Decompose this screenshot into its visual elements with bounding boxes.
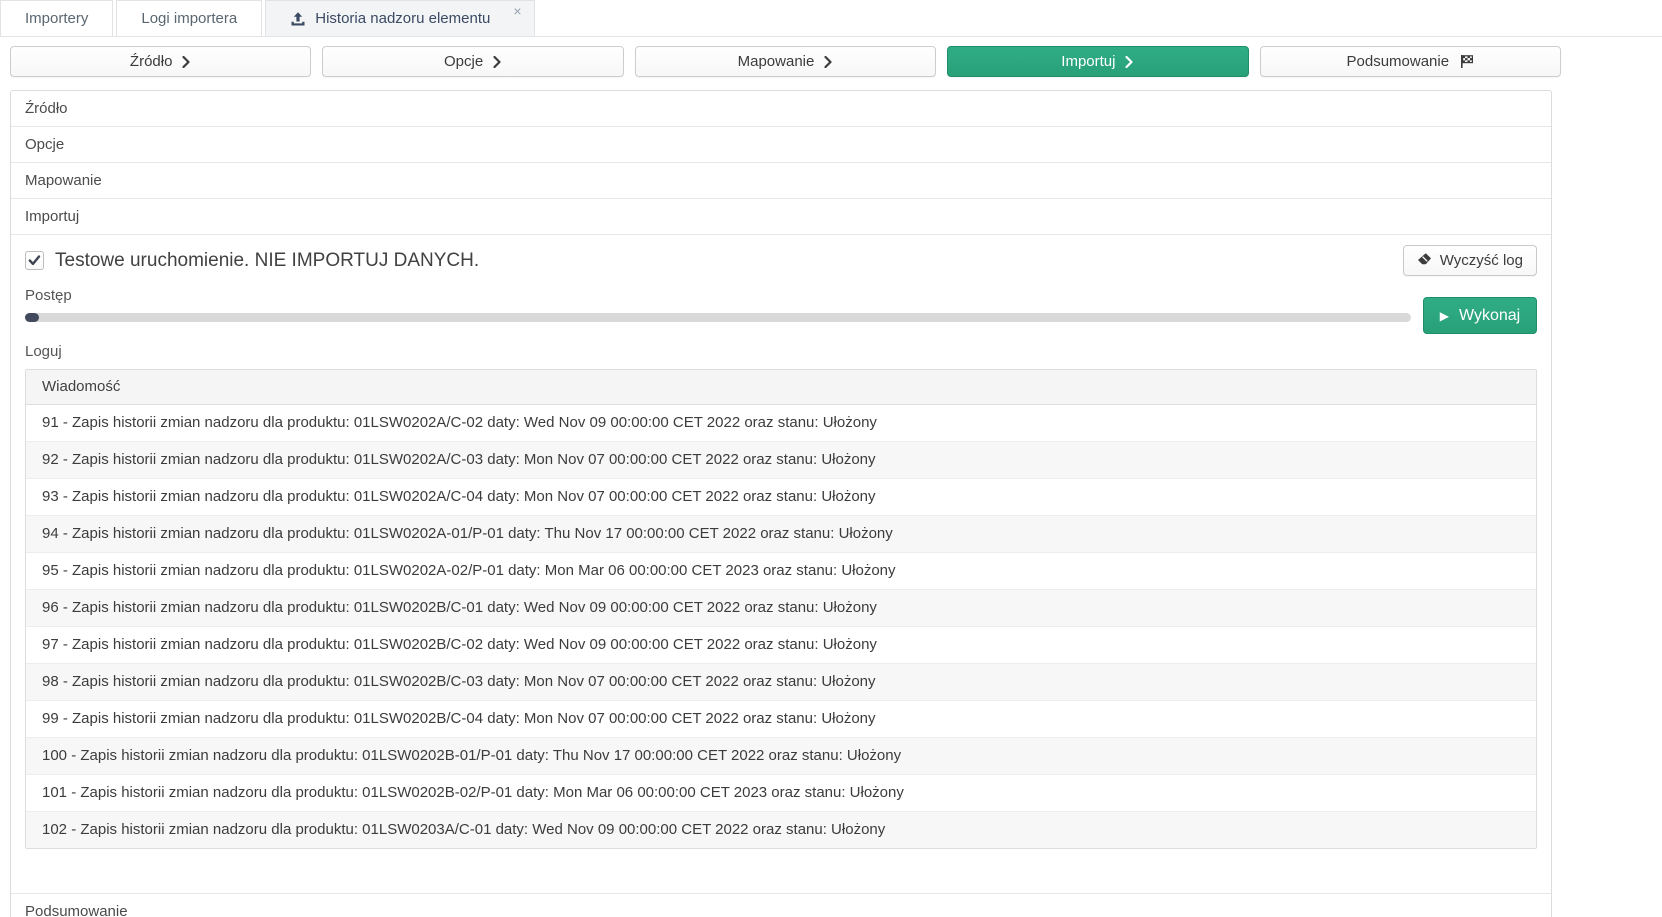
step-opcje-button[interactable]: Opcje — [322, 46, 623, 77]
table-row[interactable]: 96 - Zapis historii zmian nadzoru dla pr… — [26, 590, 1536, 627]
step-label: Mapowanie — [738, 53, 815, 70]
section-label: Podsumowanie — [25, 903, 128, 917]
flag-checkered-icon — [1459, 54, 1474, 69]
table-row[interactable]: 92 - Zapis historii zmian nadzoru dla pr… — [26, 442, 1536, 479]
table-row[interactable]: 102 - Zapis historii zmian nadzoru dla p… — [26, 812, 1536, 848]
chevron-right-icon — [493, 56, 502, 68]
table-row[interactable]: 100 - Zapis historii zmian nadzoru dla p… — [26, 738, 1536, 775]
clear-log-label: Wyczyść log — [1440, 252, 1523, 269]
step-label: Opcje — [444, 53, 483, 70]
section-header-mapowanie[interactable]: Mapowanie — [11, 163, 1551, 198]
step-label: Podsumowanie — [1347, 53, 1450, 70]
section-label: Źródło — [25, 100, 68, 117]
table-row[interactable]: 101 - Zapis historii zmian nadzoru dla p… — [26, 775, 1536, 812]
table-row[interactable]: 94 - Zapis historii zmian nadzoru dla pr… — [26, 516, 1536, 553]
execute-button[interactable]: ▶ Wykonaj — [1423, 297, 1537, 334]
tab-label: Logi importera — [141, 10, 237, 27]
log-label: Loguj — [25, 342, 1537, 362]
section-header-zrodlo[interactable]: Źródło — [11, 91, 1551, 126]
step-podsumowanie-button[interactable]: Podsumowanie — [1260, 46, 1561, 77]
play-icon: ▶ — [1440, 310, 1449, 322]
tab-label: Historia nadzoru elementu — [315, 10, 490, 27]
table-row[interactable]: 95 - Zapis historii zmian nadzoru dla pr… — [26, 553, 1536, 590]
step-importuj-button[interactable]: Importuj — [947, 46, 1248, 77]
section-importuj: Importuj Testowe uruchomienie. NIE IMPOR… — [11, 198, 1551, 893]
section-label: Mapowanie — [25, 172, 102, 189]
log-table-body: 91 - Zapis historii zmian nadzoru dla pr… — [26, 405, 1536, 848]
table-row[interactable]: 93 - Zapis historii zmian nadzoru dla pr… — [26, 479, 1536, 516]
section-header-podsumowanie[interactable]: Podsumowanie — [11, 894, 1551, 917]
section-header-importuj[interactable]: Importuj — [11, 199, 1551, 234]
log-table: Wiadomość 91 - Zapis historii zmian nadz… — [25, 369, 1537, 849]
tab-historia-nadzoru-elementu[interactable]: Historia nadzoru elementu × — [265, 0, 534, 36]
step-label: Źródło — [130, 53, 173, 70]
section-label: Importuj — [25, 208, 79, 225]
progress-bar — [25, 313, 1411, 322]
progress-label: Postęp — [25, 286, 1537, 306]
tab-bar: Importery Logi importera Historia nadzor… — [0, 0, 1662, 37]
table-row[interactable]: 98 - Zapis historii zmian nadzoru dla pr… — [26, 664, 1536, 701]
tab-label: Importery — [25, 10, 88, 27]
table-row[interactable]: 91 - Zapis historii zmian nadzoru dla pr… — [26, 405, 1536, 442]
test-run-checkbox[interactable] — [25, 251, 44, 270]
step-label: Importuj — [1061, 53, 1115, 70]
tab-logi-importera[interactable]: Logi importera — [116, 0, 262, 36]
import-panel: Testowe uruchomienie. NIE IMPORTUJ DANYC… — [11, 234, 1551, 893]
upload-icon — [290, 11, 306, 27]
eraser-icon — [1417, 252, 1432, 270]
log-table-header: Wiadomość — [26, 370, 1536, 405]
accordion-panel: Źródło Opcje Mapowanie Importuj Testowe … — [10, 90, 1552, 917]
step-zrodlo-button[interactable]: Źródło — [10, 46, 311, 77]
section-header-opcje[interactable]: Opcje — [11, 127, 1551, 162]
wizard-steps: Źródło Opcje Mapowanie Importuj Podsumow… — [10, 46, 1561, 77]
table-row[interactable]: 97 - Zapis historii zmian nadzoru dla pr… — [26, 627, 1536, 664]
close-icon[interactable]: × — [513, 4, 521, 18]
step-mapowanie-button[interactable]: Mapowanie — [635, 46, 936, 77]
section-opcje: Opcje — [11, 126, 1551, 162]
progress-fill — [25, 313, 39, 322]
table-row[interactable]: 99 - Zapis historii zmian nadzoru dla pr… — [26, 701, 1536, 738]
chevron-right-icon — [182, 56, 191, 68]
execute-label: Wykonaj — [1459, 307, 1520, 325]
chevron-right-icon — [1125, 56, 1134, 68]
clear-log-button[interactable]: Wyczyść log — [1403, 245, 1537, 276]
test-run-label: Testowe uruchomienie. NIE IMPORTUJ DANYC… — [55, 250, 479, 272]
section-podsumowanie: Podsumowanie — [11, 893, 1551, 917]
chevron-right-icon — [824, 56, 833, 68]
section-label: Opcje — [25, 136, 64, 153]
section-zrodlo: Źródło — [11, 91, 1551, 126]
section-mapowanie: Mapowanie — [11, 162, 1551, 198]
tab-importery[interactable]: Importery — [0, 0, 113, 36]
